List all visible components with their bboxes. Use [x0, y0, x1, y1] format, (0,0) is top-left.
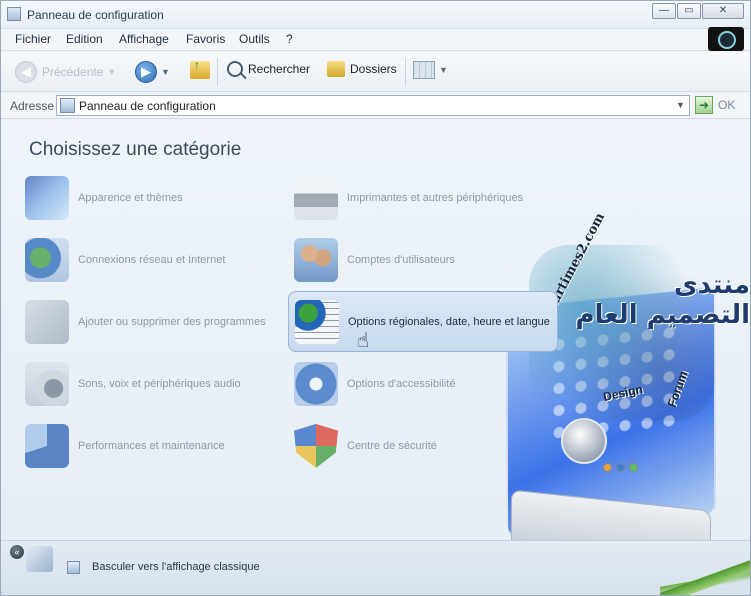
- category-label: Ajouter ou supprimer des programmes: [78, 316, 266, 328]
- window-controls: — ▭ ✕: [651, 3, 744, 19]
- category-user-accounts[interactable]: Comptes d'utilisateurs: [294, 236, 455, 284]
- category-add-remove-programs[interactable]: Ajouter ou supprimer des programmes: [25, 298, 266, 346]
- search-icon: [227, 61, 243, 77]
- category-performance-maintenance[interactable]: Performances et maintenance: [25, 422, 225, 470]
- address-field[interactable]: Panneau de configuration ▼: [56, 95, 690, 116]
- category-label: Connexions réseau et Internet: [78, 254, 226, 266]
- category-sounds-audio[interactable]: Sons, voix et périphériques audio: [25, 360, 241, 408]
- folders-button[interactable]: Dossiers: [327, 61, 397, 77]
- add-remove-programs-icon: [25, 300, 69, 344]
- grass-decoration: [660, 547, 750, 595]
- toolbar-separator: [217, 58, 218, 86]
- back-label: Précédente: [42, 65, 104, 79]
- toolbar-separator: [405, 58, 406, 86]
- category-regional-options[interactable]: Options régionales, date, heure et langu…: [288, 291, 558, 352]
- category-security-center[interactable]: Centre de sécurité: [294, 422, 437, 470]
- folders-icon: [327, 61, 345, 77]
- category-printers[interactable]: Imprimantes et autres périphériques: [294, 174, 523, 222]
- address-dropdown-icon[interactable]: ▼: [672, 96, 689, 115]
- menu-affichage[interactable]: Affichage: [119, 32, 169, 46]
- sounds-audio-icon: [25, 362, 69, 406]
- menu-outils[interactable]: Outils: [239, 32, 270, 46]
- task-pane-bottom: « Basculer vers l'affichage classique: [1, 540, 750, 595]
- title-bar: Panneau de configuration — ▭ ✕: [1, 1, 750, 29]
- menu-bar: Fichier Edition Affichage Favoris Outils…: [1, 29, 750, 51]
- address-bar: Adresse Panneau de configuration ▼ ➜ OK: [1, 93, 750, 119]
- windows-logo-icon: [708, 27, 744, 51]
- category-accessibility[interactable]: Options d'accessibilité: [294, 360, 456, 408]
- address-value: Panneau de configuration: [79, 99, 216, 113]
- views-icon: [413, 61, 435, 79]
- back-dropdown-icon[interactable]: ▼: [107, 67, 116, 77]
- regional-options-icon: [295, 299, 339, 344]
- watermark-arabic-text: منتدى التصميم العام: [575, 270, 750, 330]
- hand-cursor-icon: ☝: [357, 330, 370, 352]
- folder-up-button[interactable]: [190, 58, 210, 79]
- category-network-connections[interactable]: Connexions réseau et Internet: [25, 236, 225, 284]
- category-label: Imprimantes et autres périphériques: [347, 192, 524, 204]
- switch-classic-view-link[interactable]: Basculer vers l'affichage classique: [92, 561, 260, 573]
- address-label: Adresse: [10, 99, 55, 113]
- category-label: Centre de sécurité: [347, 440, 437, 452]
- views-button[interactable]: ▼: [413, 61, 448, 79]
- go-arrow-icon: ➜: [695, 96, 713, 114]
- illustration-leds: [603, 463, 638, 472]
- folders-label: Dossiers: [350, 62, 397, 76]
- menu-fichier[interactable]: Fichier: [15, 32, 51, 46]
- forward-arrow-icon: ▶: [135, 61, 157, 83]
- category-label: Apparence et thèmes: [78, 192, 183, 204]
- category-label: Sons, voix et périphériques audio: [78, 378, 241, 390]
- search-label: Rechercher: [248, 62, 311, 76]
- close-button[interactable]: ✕: [702, 3, 744, 19]
- menu-help[interactable]: ?: [286, 32, 293, 46]
- back-button[interactable]: ◀ Précédente ▼: [15, 61, 116, 83]
- user-accounts-icon: [294, 238, 338, 282]
- category-view: Choisissez une catégorie منتدى التصميم ا…: [1, 120, 750, 586]
- views-dropdown-icon[interactable]: ▼: [439, 65, 448, 75]
- menu-edition[interactable]: Edition: [66, 32, 103, 46]
- performance-maintenance-icon: [25, 424, 69, 468]
- category-appearance-themes[interactable]: Apparence et thèmes: [25, 174, 183, 222]
- folder-up-icon: [190, 58, 210, 79]
- go-label: OK: [718, 98, 736, 112]
- page-title: Choisissez une catégorie: [29, 139, 242, 160]
- maximize-button[interactable]: ▭: [677, 3, 701, 19]
- back-arrow-icon: ◀: [15, 61, 37, 83]
- printer-icon: [294, 176, 338, 220]
- toolbar: ◀ Précédente ▼ ▶ ▼ Rechercher Dossiers ▼: [1, 52, 750, 92]
- control-panel-window: Panneau de configuration — ▭ ✕ Fichier E…: [0, 0, 751, 596]
- category-label: Options d'accessibilité: [347, 378, 456, 390]
- accessibility-icon: [294, 362, 338, 406]
- go-button[interactable]: ➜ OK: [695, 96, 735, 114]
- forward-dropdown-icon[interactable]: ▼: [161, 67, 170, 77]
- menu-favoris[interactable]: Favoris: [186, 32, 225, 46]
- forward-button[interactable]: ▶ ▼: [135, 61, 170, 83]
- collapse-button[interactable]: «: [10, 545, 24, 559]
- control-panel-icon: [60, 98, 75, 113]
- classic-view-icon: [67, 561, 80, 574]
- category-label: Comptes d'utilisateurs: [347, 254, 455, 266]
- category-label: Performances et maintenance: [78, 440, 225, 452]
- window-title: Panneau de configuration: [27, 8, 164, 22]
- minimize-button[interactable]: —: [652, 3, 676, 19]
- illustration-knob: [561, 418, 607, 464]
- search-button[interactable]: Rechercher: [227, 61, 310, 77]
- security-center-icon: [294, 424, 338, 468]
- appearance-themes-icon: [25, 176, 69, 220]
- control-panel-large-icon: [26, 546, 53, 572]
- network-connections-icon: [25, 238, 69, 282]
- control-panel-icon: [7, 7, 21, 21]
- category-label: Options régionales, date, heure et langu…: [348, 315, 550, 328]
